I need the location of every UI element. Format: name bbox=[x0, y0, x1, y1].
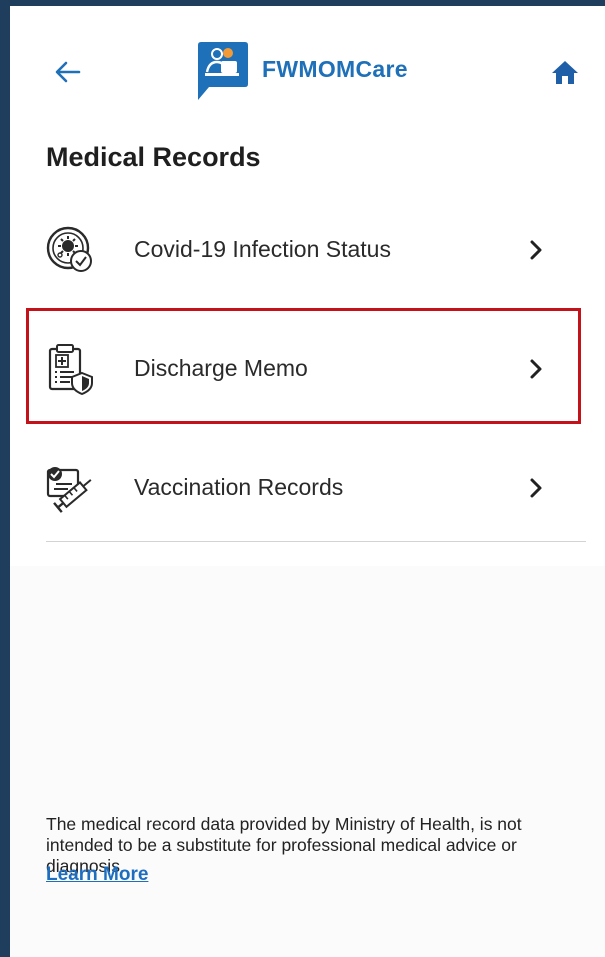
clipboard-medical-icon bbox=[44, 343, 96, 395]
back-button[interactable] bbox=[50, 54, 86, 90]
list-item-covid-status[interactable]: Covid-19 Infection Status bbox=[10, 190, 605, 309]
learn-more-link[interactable]: Learn More bbox=[46, 864, 148, 886]
app-screen: FWMOMCare Medical Records Covid-19 Infec… bbox=[10, 6, 605, 957]
chevron-right-icon bbox=[530, 240, 542, 259]
page-title: Medical Records bbox=[46, 142, 261, 172]
arrow-left-icon bbox=[55, 61, 81, 83]
app-name: FWMOMCare bbox=[262, 56, 408, 82]
home-icon bbox=[552, 61, 578, 84]
list-item-vaccination-records[interactable]: Vaccination Records bbox=[10, 428, 605, 547]
list-item-label: Discharge Memo bbox=[134, 355, 308, 381]
vaccine-syringe-icon bbox=[44, 462, 96, 514]
fwmomcare-logo-icon bbox=[198, 42, 248, 100]
list-item-label: Vaccination Records bbox=[134, 474, 344, 500]
bottom-background bbox=[10, 566, 605, 957]
app-header: FWMOMCare bbox=[10, 6, 605, 116]
list-item-label: Covid-19 Infection Status bbox=[134, 236, 391, 262]
app-brand: FWMOMCare bbox=[195, 40, 408, 102]
chevron-right-icon bbox=[530, 359, 542, 378]
list-item-discharge-memo[interactable]: Discharge Memo bbox=[10, 309, 605, 428]
records-list: Covid-19 Infection Status Discharge Memo… bbox=[10, 190, 605, 547]
home-button[interactable] bbox=[545, 52, 585, 92]
chevron-right-icon bbox=[530, 478, 542, 497]
virus-shield-icon bbox=[44, 224, 96, 276]
list-divider bbox=[46, 541, 586, 542]
